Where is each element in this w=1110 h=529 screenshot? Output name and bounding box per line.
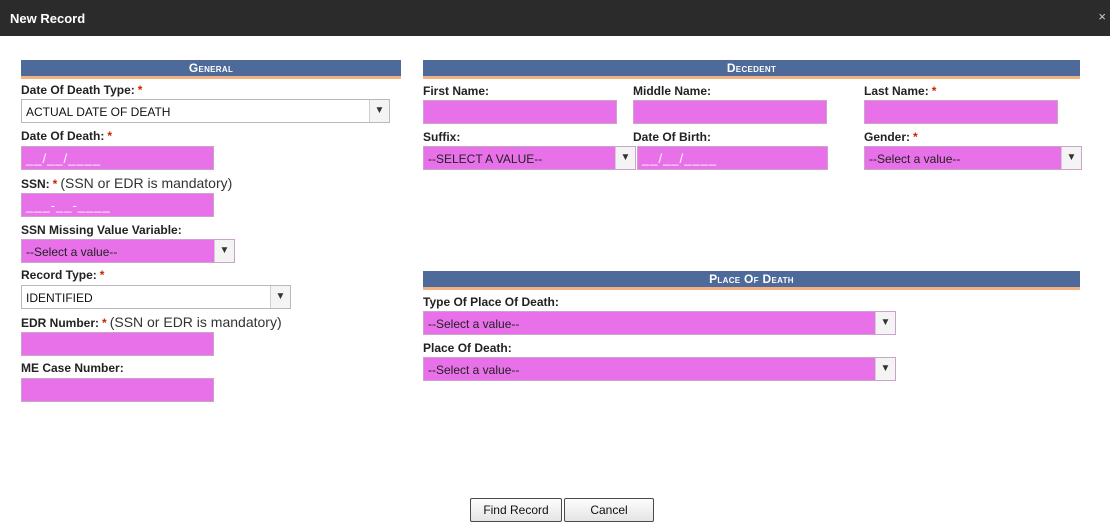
gender-select[interactable]: --Select a value-- ▼ [864, 146, 1082, 170]
chevron-down-icon[interactable]: ▼ [270, 286, 290, 308]
ssn-label: SSN: * (SSN or EDR is mandatory) [21, 175, 233, 191]
date-of-death-type-select[interactable]: ACTUAL DATE OF DEATH ▼ [21, 99, 390, 123]
suffix-select[interactable]: --SELECT A VALUE-- ▼ [423, 146, 636, 170]
first-name-label: First Name: [423, 84, 490, 98]
place-of-death-label: Place Of Death: [423, 341, 512, 355]
ssn-missing-label: SSN Missing Value Variable: [21, 223, 182, 237]
last-name-label: Last Name: * [864, 84, 937, 98]
place-of-death-select[interactable]: --Select a value-- ▼ [423, 357, 896, 381]
decedent-section-header: Decedent [423, 60, 1080, 79]
place-of-death-section-header: Place Of Death [423, 271, 1080, 290]
date-of-death-label: Date Of Death: * [21, 129, 113, 143]
record-type-value: IDENTIFIED [26, 291, 93, 305]
chevron-down-icon[interactable]: ▼ [875, 312, 895, 334]
chevron-down-icon[interactable]: ▼ [875, 358, 895, 380]
place-of-death-value: --Select a value-- [428, 363, 520, 377]
dialog-title: New Record [10, 11, 86, 26]
date-of-death-type-label: Date Of Death Type: * [21, 83, 143, 97]
ssn-missing-select[interactable]: --Select a value-- ▼ [21, 239, 235, 263]
suffix-label: Suffix: [423, 130, 461, 144]
record-type-label: Record Type: * [21, 268, 105, 282]
gender-label: Gender: * [864, 130, 918, 144]
suffix-value: --SELECT A VALUE-- [428, 152, 543, 166]
general-section-header: General [21, 60, 401, 79]
type-of-place-of-death-select[interactable]: --Select a value-- ▼ [423, 311, 896, 335]
chevron-down-icon[interactable]: ▼ [214, 240, 234, 262]
type-of-place-of-death-value: --Select a value-- [428, 317, 520, 331]
me-case-number-input[interactable] [21, 378, 214, 402]
ssn-input[interactable]: ___-__-____ [21, 193, 214, 217]
me-case-number-label: ME Case Number: [21, 361, 124, 375]
date-of-death-type-value: ACTUAL DATE OF DEATH [26, 105, 171, 119]
middle-name-label: Middle Name: [633, 84, 712, 98]
cancel-button[interactable]: Cancel [564, 498, 654, 522]
close-icon[interactable]: × [1098, 9, 1106, 24]
find-record-button[interactable]: Find Record [470, 498, 562, 522]
middle-name-input[interactable] [633, 100, 827, 124]
date-of-death-input[interactable]: __/__/____ [21, 146, 214, 170]
record-type-select[interactable]: IDENTIFIED ▼ [21, 285, 291, 309]
date-of-birth-input[interactable]: __/__/____ [637, 146, 828, 170]
dialog-titlebar: New Record × [0, 0, 1110, 36]
gender-value: --Select a value-- [869, 152, 961, 166]
edr-number-label: EDR Number: * (SSN or EDR is mandatory) [21, 314, 282, 330]
type-of-place-of-death-label: Type Of Place Of Death: [423, 295, 559, 309]
chevron-down-icon[interactable]: ▼ [369, 100, 389, 122]
edr-number-input[interactable] [21, 332, 214, 356]
chevron-down-icon[interactable]: ▼ [1061, 147, 1081, 169]
last-name-input[interactable] [864, 100, 1058, 124]
date-of-birth-label: Date Of Birth: [633, 130, 711, 144]
first-name-input[interactable] [423, 100, 617, 124]
chevron-down-icon[interactable]: ▼ [615, 147, 635, 169]
ssn-missing-value: --Select a value-- [26, 245, 118, 259]
